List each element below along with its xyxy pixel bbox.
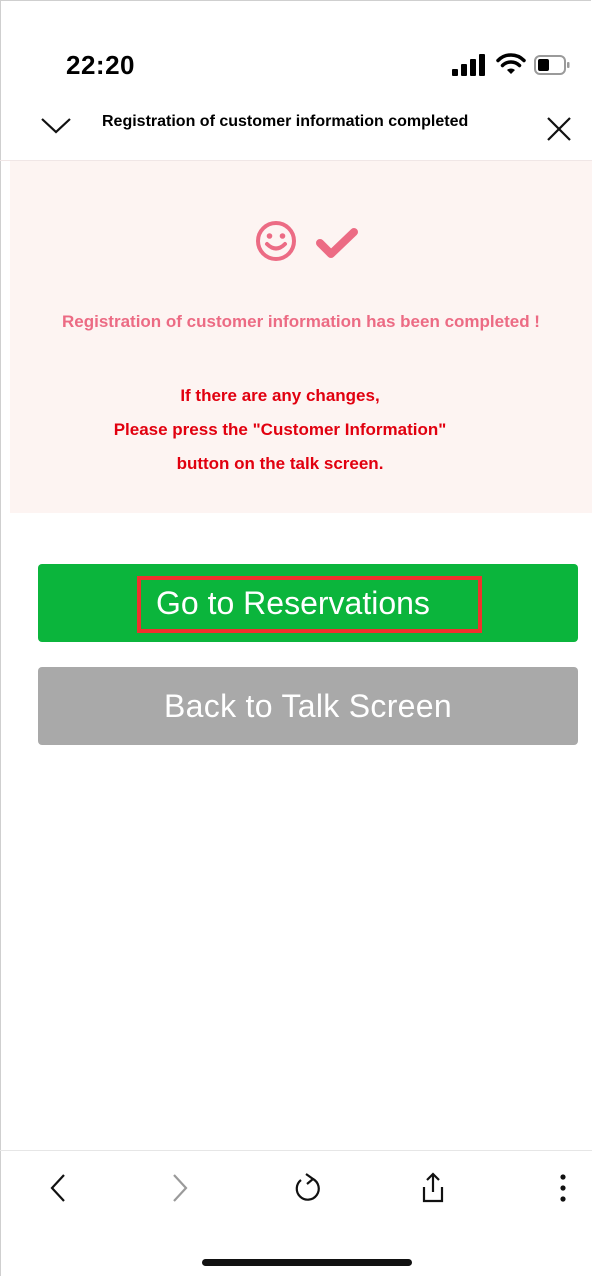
home-indicator	[202, 1259, 412, 1266]
browser-toolbar	[0, 1150, 592, 1231]
reload-icon[interactable]	[292, 1171, 322, 1205]
check-icon	[316, 228, 358, 258]
header-bar: Registration of customer information com…	[0, 100, 592, 161]
back-arrow-icon[interactable]	[44, 1171, 74, 1205]
note-line: button on the talk screen.	[176, 454, 384, 473]
battery-icon	[534, 55, 570, 75]
chevron-down-icon[interactable]	[40, 115, 72, 135]
completion-panel: Registration of customer information has…	[10, 161, 592, 513]
status-time: 22:20	[66, 50, 135, 80]
more-icon[interactable]	[548, 1171, 578, 1205]
wifi-icon	[496, 53, 526, 74]
highlight-box	[137, 576, 482, 633]
signal-icon	[452, 54, 485, 76]
note-line: If there are any changes,	[180, 386, 380, 405]
smiley-icon	[256, 221, 296, 261]
status-icons	[452, 50, 572, 78]
share-icon[interactable]	[418, 1171, 448, 1205]
page-title: Registration of customer information com…	[102, 113, 469, 130]
forward-arrow-icon[interactable]	[164, 1171, 194, 1205]
back-to-talk-screen-button[interactable]: Back to Talk Screen	[38, 667, 578, 745]
completed-message: Registration of customer information has…	[62, 312, 540, 331]
close-icon[interactable]	[546, 116, 572, 142]
note-line: Please press the "Customer Information"	[113, 420, 447, 439]
change-note: If there are any changes, Please press t…	[10, 379, 550, 481]
